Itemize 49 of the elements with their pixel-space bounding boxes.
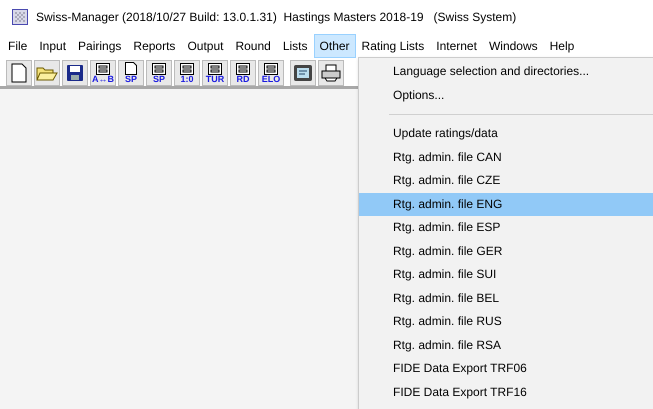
toolbar-button[interactable]: SP xyxy=(118,60,144,86)
menu-item[interactable]: Help xyxy=(544,34,580,58)
toolbar-button[interactable] xyxy=(290,60,316,86)
menu-option[interactable]: Language selection and directories... xyxy=(359,60,653,84)
menu-item[interactable]: Pairings xyxy=(72,34,128,58)
page-icon xyxy=(125,62,137,75)
menu-item[interactable]: Input xyxy=(33,34,72,58)
app-icon xyxy=(12,9,28,25)
menu-option[interactable]: Rtg. admin. file CAN xyxy=(359,146,653,169)
toolbar-button[interactable] xyxy=(318,60,344,86)
toolbar-button[interactable]: 1:0 xyxy=(174,60,200,86)
form-icon xyxy=(96,62,110,74)
menu-item[interactable]: Windows xyxy=(482,34,544,58)
toolbar-button[interactable]: RD xyxy=(230,60,256,86)
toolbar-button[interactable]: SP xyxy=(146,60,172,86)
menu-item[interactable]: Output xyxy=(181,34,230,58)
menu-item[interactable]: Rating Lists xyxy=(356,34,430,58)
toolbar-button[interactable]: A↔B xyxy=(90,60,116,86)
menu-item[interactable]: Other xyxy=(314,34,356,58)
menu-option[interactable]: Rtg. admin. file ENG xyxy=(359,192,653,216)
window-title: Swiss-Manager (2018/10/27 Build: 13.0.1.31) Hastings Masters 2018-19 (Swiss System) xyxy=(36,9,516,26)
menu-option[interactable]: Options... xyxy=(359,84,653,107)
menu-option[interactable]: Rtg. admin. file SUI xyxy=(359,263,653,286)
menu-option[interactable]: FIDE Data Export TRF16 xyxy=(359,380,653,404)
menu-option[interactable]: Rtg. admin. file ESP xyxy=(359,216,653,240)
menu-option[interactable]: Rtg. admin. file BEL xyxy=(359,286,653,310)
screen-icon xyxy=(293,64,313,82)
new-file-icon xyxy=(11,63,27,83)
form-icon xyxy=(236,62,250,74)
menu-item[interactable]: Lists xyxy=(276,34,314,58)
toolbar-button[interactable] xyxy=(6,60,32,86)
menu-item[interactable]: File xyxy=(2,34,34,58)
form-icon xyxy=(264,62,278,74)
menu-option[interactable]: FIDE Data Export TRF06 xyxy=(359,357,653,380)
form-icon xyxy=(152,62,166,74)
menu-option[interactable]: Rtg. admin. file GER xyxy=(359,240,653,263)
menu-item[interactable]: Internet xyxy=(430,34,483,58)
toolbar-button[interactable]: ELO xyxy=(258,60,284,86)
toolbar-button[interactable] xyxy=(62,60,88,86)
menu-option[interactable]: Update ratings/data xyxy=(359,122,653,146)
menu-option[interactable]: Rtg. admin. file RSA xyxy=(359,334,653,357)
form-icon xyxy=(180,62,194,74)
toolbar-button[interactable]: TUR xyxy=(202,60,228,86)
menu-option[interactable]: Rtg. admin. file CZE xyxy=(359,169,653,192)
form-icon xyxy=(208,62,222,74)
menu-item[interactable]: Reports xyxy=(127,34,182,58)
printer-icon xyxy=(321,64,341,82)
menu-item[interactable]: Round xyxy=(229,34,277,58)
menu-option[interactable]: Rtg. admin. file RUS xyxy=(359,310,653,334)
